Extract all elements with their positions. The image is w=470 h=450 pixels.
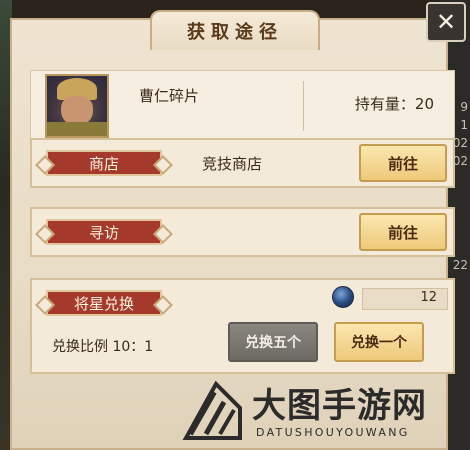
divider [303,81,304,131]
background-number: 22 [452,258,468,272]
goto-shop-button[interactable]: 前往 [359,144,447,182]
watermark-title: 大图手游网 [252,386,427,426]
source-row-visit: 寻访 前往 [30,207,455,257]
source-row-shop: 商店 竞技商店 前往 [30,138,455,188]
exchange-five-button[interactable]: 兑换五个 [228,322,318,362]
close-icon: ✕ [435,8,457,36]
currency-count: 12 [420,290,437,305]
item-header: 曹仁碎片 持有量：20 [30,70,455,140]
source-detail-shop: 竞技商店 [202,155,263,173]
background-number: 9 [460,100,468,114]
background-number: 02 [452,136,468,150]
source-label-visit: 寻访 [46,219,162,245]
goto-visit-button[interactable]: 前往 [359,213,447,251]
watermark-subtitle: DATUSHOUYOUWANG [256,426,410,439]
watermark-logo-icon [182,380,242,440]
dialog-title-tab: 获取途径 [150,10,320,50]
star-coin-icon [332,286,354,308]
exchange-label: 将星兑换 [46,290,162,316]
dialog-title: 获取途径 [187,22,283,43]
owned-count: 持有量：20 [354,95,434,113]
background-number: 02 [452,154,468,168]
exchange-row: 将星兑换 12 兑换比例 10：1 兑换五个 兑换一个 [30,278,455,374]
item-name: 曹仁碎片 [139,87,200,105]
hero-avatar [45,74,109,138]
source-label-shop: 商店 [46,150,162,176]
exchange-one-button[interactable]: 兑换一个 [334,322,424,362]
exchange-ratio: 兑换比例 10：1 [52,339,154,355]
watermark: 大图手游网 DATUSHOUYOUWANG [180,370,470,450]
background-number: 1 [460,118,468,132]
close-button[interactable]: ✕ [426,2,466,42]
